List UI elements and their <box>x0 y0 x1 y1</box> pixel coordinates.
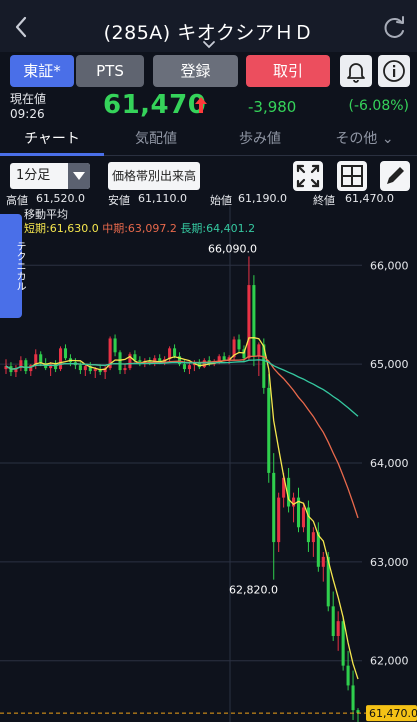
action-button-row: 東証* PTS 登録 取引 <box>0 52 417 88</box>
candle-body <box>222 356 226 361</box>
candle-body <box>63 348 68 359</box>
ma-long-line <box>5 359 359 417</box>
current-price-tag-label: 61,470.0 <box>369 707 417 720</box>
price-change-percent: (-6.08%) <box>348 98 409 114</box>
quote-time: 09:26 <box>10 107 45 121</box>
app-header: (285A) キオクシアＨＤ <box>0 0 417 52</box>
tse-market-button[interactable]: 東証* <box>10 55 74 87</box>
high-annotation: 66,090.0 <box>208 242 257 255</box>
candle-body <box>257 344 261 357</box>
candle-body <box>83 366 87 371</box>
candle-body <box>331 606 335 636</box>
candle-body <box>118 352 122 371</box>
y-axis-tick-label: 63,000 <box>370 556 409 569</box>
pts-market-button[interactable]: PTS <box>76 55 144 87</box>
volume-profile-button[interactable]: 価格帯別出来高 <box>108 162 200 190</box>
high-value: 61,520.0 <box>36 192 85 205</box>
candle-body <box>277 497 281 543</box>
low-value: 61,110.0 <box>138 192 187 205</box>
candle-body <box>301 507 306 528</box>
candle-body <box>346 665 350 686</box>
tab-quotes[interactable]: 気配値 <box>104 122 208 156</box>
chevron-down-icon[interactable] <box>201 40 217 50</box>
up-arrow-icon <box>195 97 207 113</box>
moving-average-legend: 移動平均 短期:61,630.0 中期:63,097.2 長期:64,401.2 <box>24 208 255 236</box>
current-price: 61,470 <box>103 90 207 120</box>
candle-body <box>311 532 315 543</box>
quote-bar: 現在値 09:26 61,470 -3,980 (-6.08%) <box>0 88 417 122</box>
fullscreen-button[interactable] <box>293 161 323 191</box>
candle-body <box>182 364 187 370</box>
ma-mid-value: 中期:63,097.2 <box>102 222 177 235</box>
candle-body <box>58 348 63 370</box>
candle-body <box>351 685 355 711</box>
candle-body <box>123 368 127 371</box>
info-button[interactable] <box>378 55 410 87</box>
candle-body <box>39 354 43 364</box>
y-axis-tick-label: 62,000 <box>370 655 409 668</box>
layout-button[interactable] <box>337 161 367 191</box>
info-icon <box>383 60 405 82</box>
draw-button[interactable] <box>380 161 410 191</box>
candle-body <box>24 360 28 372</box>
candle-body <box>187 365 191 370</box>
alert-button[interactable] <box>340 55 372 87</box>
tab-trades[interactable]: 歩み値 <box>208 122 312 156</box>
refresh-icon[interactable] <box>381 14 409 42</box>
ma-short-line <box>5 337 359 680</box>
candle-body <box>341 621 345 666</box>
trade-button[interactable]: 取引 <box>246 55 330 87</box>
dropdown-arrow-icon <box>68 163 90 189</box>
price-change: -3,980 <box>248 98 297 116</box>
candle-body <box>78 365 82 371</box>
candle-body <box>267 387 271 473</box>
open-value: 61,190.0 <box>238 192 287 205</box>
current-price-label: 現在値 <box>10 92 47 106</box>
y-axis-tick-label: 65,000 <box>370 358 409 371</box>
candle-body <box>93 369 97 372</box>
ma-short-value: 短期:61,630.0 <box>24 222 99 235</box>
close-value: 61,470.0 <box>345 192 394 205</box>
candle-body <box>321 556 325 567</box>
candle-body <box>247 285 251 359</box>
candle-body <box>173 348 177 357</box>
ma-long-value: 長期:64,401.2 <box>180 222 256 235</box>
tab-other[interactable]: その他 ⌄ <box>312 122 417 156</box>
interval-value: 1分足 <box>16 168 51 183</box>
y-axis-tick-label: 66,000 <box>370 259 409 272</box>
candlestick-chart[interactable]: 66,000 65,000 64,000 63,000 62,000 66,090.0 6… <box>0 206 417 722</box>
candle-body <box>272 472 276 543</box>
candle-body <box>292 497 296 507</box>
price-chart[interactable]: 66,000 65,000 64,000 63,000 62,000 66,090.0 6… <box>0 206 417 722</box>
tab-chart[interactable]: チャート <box>0 122 104 156</box>
ma-title: 移動平均 <box>24 208 68 221</box>
y-axis-tick-label: 64,000 <box>370 457 409 470</box>
ohlc-bar: 高値 61,520.0 安値 61,110.0 始値 61,190.0 終値 6… <box>0 192 417 207</box>
technical-tab-label: テクニカル <box>14 241 25 291</box>
register-button[interactable]: 登録 <box>153 55 238 87</box>
candle-body <box>252 285 256 357</box>
pencil-icon <box>387 167 404 184</box>
candle-body <box>113 338 117 353</box>
candle-body <box>336 621 340 636</box>
expand-icon <box>296 164 320 188</box>
bell-icon <box>347 63 365 83</box>
low-annotation: 62,820.0 <box>229 584 278 597</box>
grid-icon <box>341 165 363 187</box>
chart-controls: 1分足 価格帯別出来高 <box>0 156 417 192</box>
interval-select[interactable]: 1分足 <box>10 163 90 189</box>
candle-body <box>237 339 241 350</box>
candle-body <box>202 360 206 368</box>
ma-values: 短期:61,630.0 中期:63,097.2 長期:64,401.2 <box>24 222 255 236</box>
technical-tab[interactable]: テクニカル <box>0 214 25 318</box>
main-tabs: チャート 気配値 歩み値 その他 ⌄ <box>0 122 417 156</box>
